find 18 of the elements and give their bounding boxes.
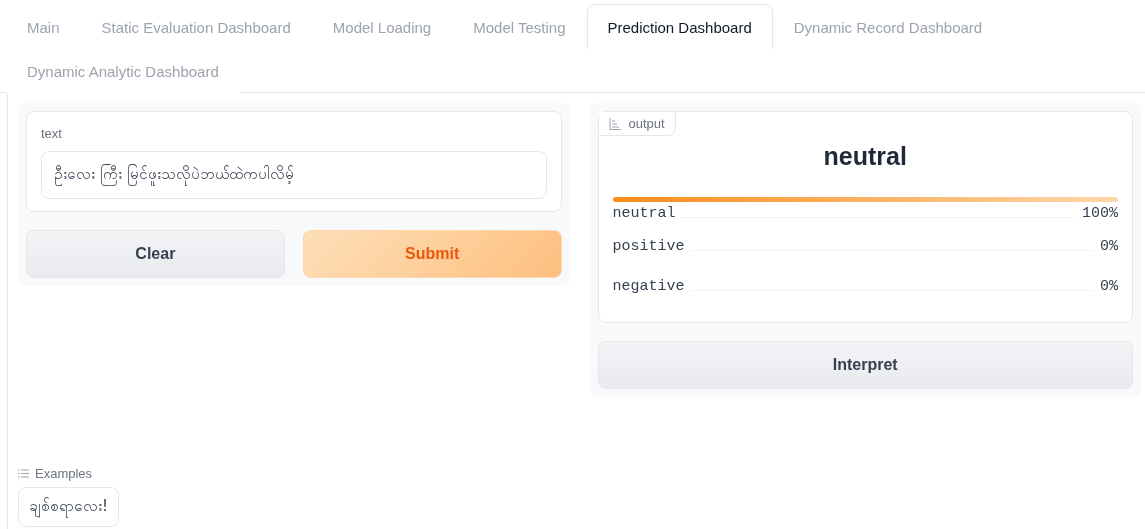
confidence-value: 100%: [1082, 205, 1118, 222]
class-label: positive: [612, 238, 685, 255]
confidence-value: 0%: [1100, 278, 1118, 295]
submit-button[interactable]: Submit: [302, 230, 562, 278]
text-field[interactable]: ဦးလေး ကြီး မြင်ဖူးသလိုပဲဘယ်ထဲကပါလိမ့်: [41, 151, 547, 199]
output-label: output: [598, 112, 676, 136]
predicted-label: neutral: [822, 142, 908, 171]
list-icon: [18, 469, 29, 478]
clear-button[interactable]: Clear: [26, 230, 285, 278]
confidence-value: 0%: [1100, 238, 1118, 255]
examples-label: Examples: [35, 466, 93, 481]
example-item[interactable]: ချစ်စရာလေး!: [18, 487, 119, 527]
tab[interactable]: Prediction Dashboard: [586, 4, 773, 49]
class-label: negative: [612, 278, 685, 295]
field-label: text: [41, 126, 63, 141]
interpret-button[interactable]: Interpret: [597, 341, 1133, 389]
bar-chart-icon: [608, 117, 621, 130]
class-label: neutral: [612, 205, 676, 222]
